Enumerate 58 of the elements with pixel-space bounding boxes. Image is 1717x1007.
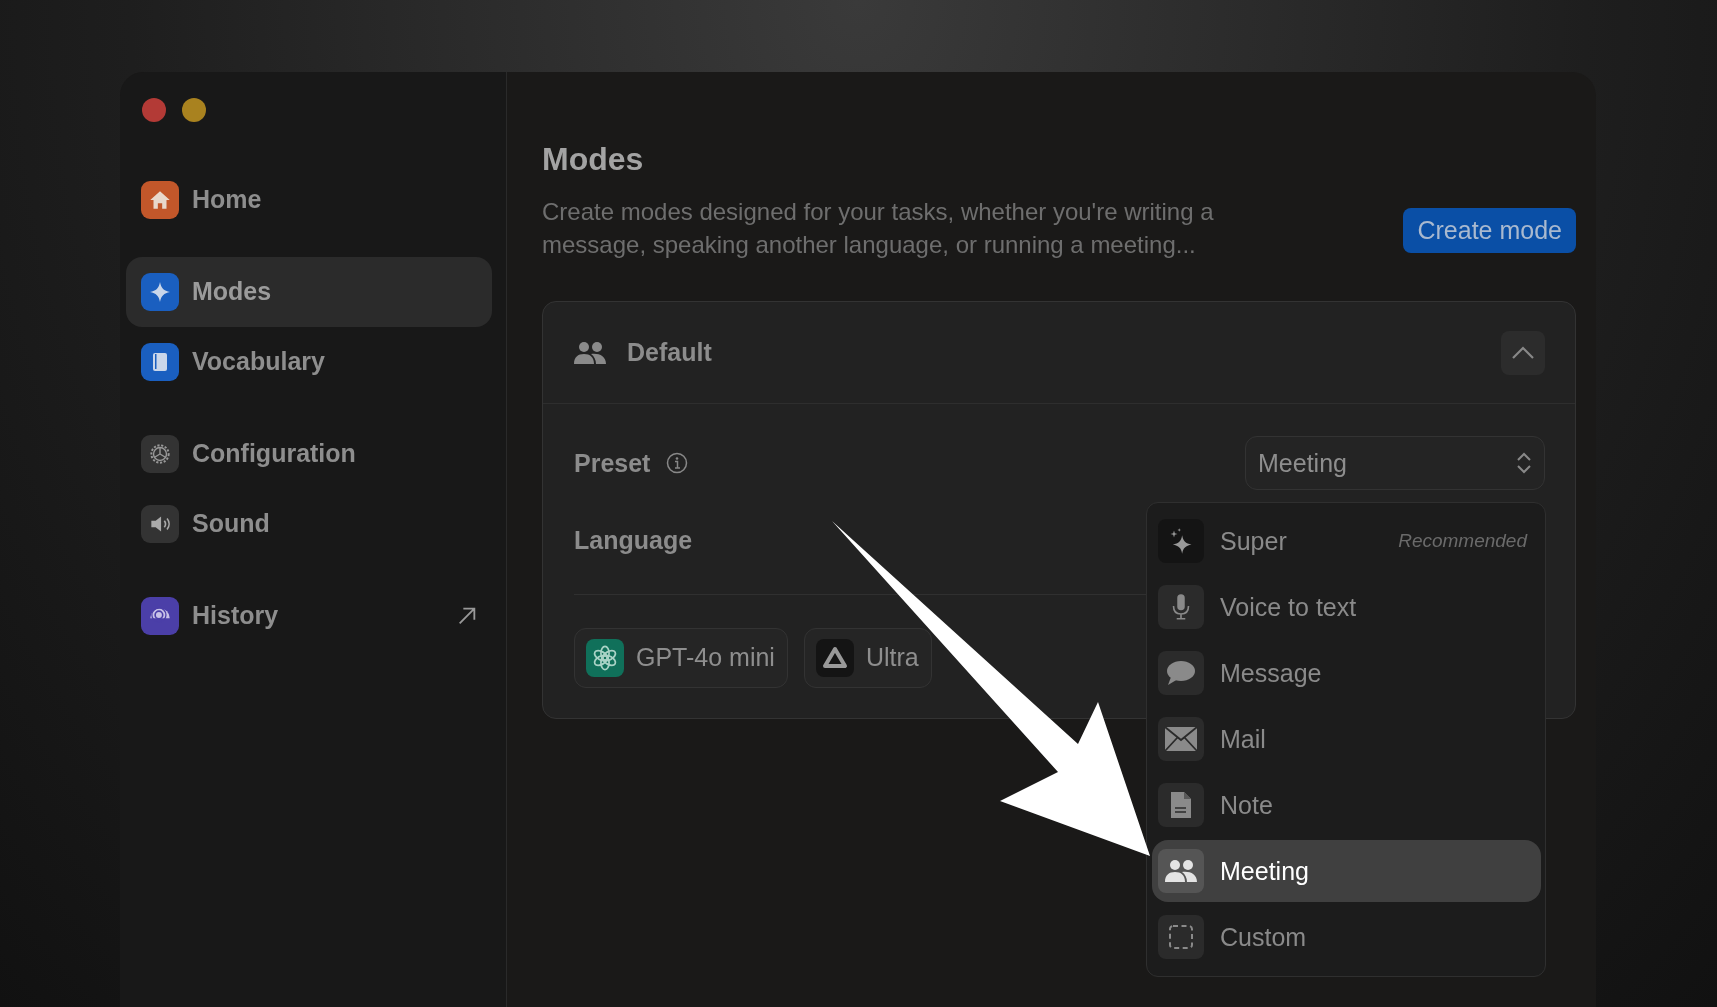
language-label: Language [574,526,693,555]
people-icon [1158,849,1204,894]
sidebar-item[interactable]: Home [126,165,492,235]
model-chip[interactable]: GPT-4o mini [574,627,788,688]
book-icon [141,343,179,381]
preset-select[interactable]: Meeting [1245,436,1545,491]
menu-item[interactable]: Note [1152,774,1541,837]
preset-label: Preset [574,447,651,479]
sidebar-item-label: Sound [192,508,270,540]
sidebar-item[interactable]: Vocabulary [126,327,492,397]
minimize-button[interactable] [182,98,206,122]
menu-item[interactable]: Custom [1152,906,1541,969]
sidebar-item-label: Vocabulary [192,346,325,378]
recommended-note: Recommended [1398,529,1527,554]
info-icon [666,452,689,475]
menu-item-label: Super [1220,525,1287,557]
sidebar-item-label: Home [192,184,262,216]
sidebar-item-label: Modes [192,276,272,308]
house-icon [141,181,179,219]
chip-label: Ultra [865,642,919,674]
create-mode-button[interactable]: Create mode [1403,207,1576,254]
dashed-square-icon [1158,915,1204,960]
menu-item-label: Message [1220,657,1322,689]
menu-item[interactable]: Super Recommended [1152,510,1541,573]
mode-title: Default [627,337,712,369]
menu-item-label: Meeting [1220,855,1309,887]
menu-item[interactable]: Mail [1152,708,1541,771]
menu-item-label: Mail [1220,723,1266,755]
external-link-icon [456,605,478,627]
sidebar-item[interactable]: Modes [126,257,492,327]
document-icon [1158,783,1204,828]
menu-item[interactable]: Voice to text [1152,576,1541,639]
chip-label: GPT-4o mini [636,642,775,674]
people-icon [573,339,607,366]
sparkles-icon [1158,519,1204,564]
up-down-chevron-icon [1516,451,1532,476]
menu-item[interactable]: Meeting [1152,840,1541,903]
sidebar-item-label: History [192,600,279,632]
close-button[interactable] [142,98,166,122]
menu-item-label: Note [1220,789,1273,821]
sparkle-icon [141,273,179,311]
microphone-icon [1158,585,1204,630]
menu-item-label: Voice to text [1220,591,1357,623]
gear-icon [141,435,179,473]
page-title: Modes [542,140,645,179]
sidebar-item-label: Configuration [192,438,356,470]
menu-item-label: Custom [1220,921,1307,953]
page-description: Create modes designed for your tasks, whether you're writing a message, speaking another language, or running a meeting... [542,197,1215,261]
chevron-up-icon [1511,345,1535,360]
speech-bubble-icon [1158,651,1204,696]
sidebar-item[interactable]: History [126,581,492,651]
collapse-button[interactable] [1501,330,1545,375]
menu-item[interactable]: Message [1152,642,1541,705]
model-chip[interactable]: Ultra [803,627,932,688]
envelope-icon [1158,717,1204,762]
speaker-icon [141,505,179,543]
sidebar-item[interactable]: Configuration [126,419,492,489]
sidebar-item[interactable]: Sound [126,489,492,559]
